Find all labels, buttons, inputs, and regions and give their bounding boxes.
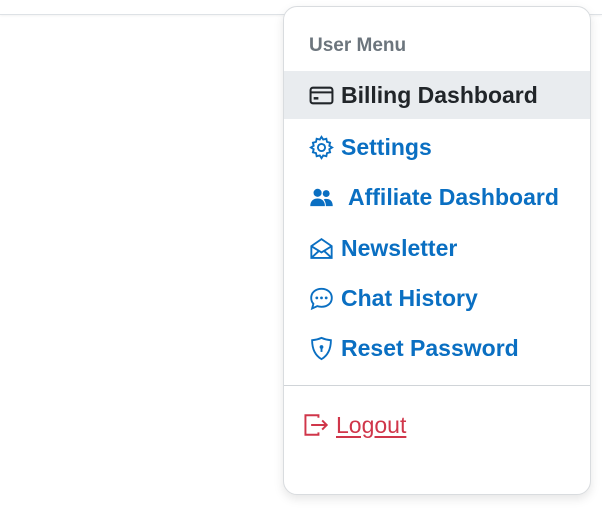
menu-item-label: Reset Password (341, 334, 519, 361)
menu-item-settings[interactable]: Settings (284, 123, 590, 171)
gear-icon (308, 134, 334, 160)
menu-item-chat-history[interactable]: Chat History (284, 274, 590, 322)
menu-item-affiliate-dashboard[interactable]: Affiliate Dashboard (284, 173, 590, 221)
dropdown-header: User Menu (309, 35, 407, 56)
envelope-open-icon (308, 235, 334, 261)
box-arrow-right-icon (302, 411, 330, 439)
people-icon (308, 184, 334, 210)
menu-item-newsletter[interactable]: Newsletter (284, 224, 590, 272)
logout-label: Logout (336, 411, 407, 438)
shield-lock-icon (308, 335, 334, 361)
menu-item-billing-dashboard[interactable]: Billing Dashboard (284, 71, 590, 119)
chat-dots-icon (308, 285, 334, 311)
menu-item-label: Billing Dashboard (341, 81, 538, 108)
menu-item-label: Newsletter (341, 234, 458, 261)
logout-link[interactable]: Logout (302, 411, 406, 439)
menu-item-label: Affiliate Dashboard (348, 183, 559, 210)
menu-item-reset-password[interactable]: Reset Password (284, 324, 590, 372)
credit-card-icon (308, 82, 334, 108)
menu-item-label: Chat History (341, 284, 478, 311)
menu-divider (284, 385, 590, 386)
user-menu-dropdown: User Menu Billing Dashboard Settings Aff… (283, 6, 591, 495)
page: User Menu Billing Dashboard Settings Aff… (0, 0, 602, 515)
menu-item-label: Settings (341, 133, 432, 160)
